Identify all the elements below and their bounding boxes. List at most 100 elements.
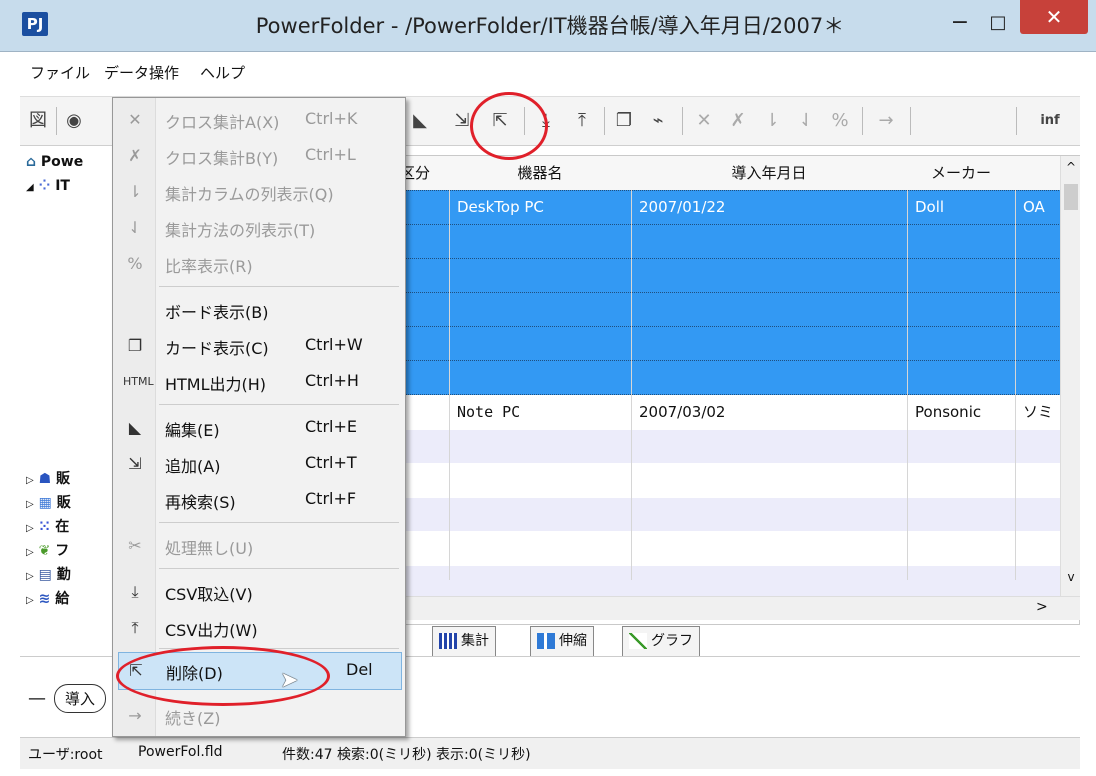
- status-stats: 件数:47 検索:0(ミリ秒) 表示:0(ミリ秒): [282, 747, 531, 763]
- menu-help[interactable]: ヘルプ: [200, 62, 245, 83]
- flow-node-label: 導入: [54, 684, 107, 713]
- table-row[interactable]: [381, 360, 1071, 395]
- menu-item-board-view[interactable]: ボード表示(B): [113, 292, 405, 328]
- menu-item-agg-method[interactable]: ⇃ 集計方法の列表示(T): [113, 210, 405, 246]
- vertical-scrollbar[interactable]: ^ v: [1060, 156, 1080, 596]
- table-row[interactable]: Note PC 2007/03/02 Ponsonic ソミ: [381, 396, 1071, 429]
- table-row[interactable]: [381, 566, 1071, 599]
- window-title: PowerFolder - /PowerFolder/IT機器台帳/導入年月日/…: [255, 14, 845, 38]
- expand-icon: ▷: [26, 475, 34, 486]
- info-button[interactable]: inf: [1030, 107, 1070, 135]
- tab-expand[interactable]: 伸縮: [530, 626, 594, 658]
- tree-item-f[interactable]: ▷ ❦ フ: [26, 540, 69, 560]
- html-icon[interactable]: ⌁: [644, 107, 672, 135]
- table-row[interactable]: [381, 258, 1071, 293]
- continue-icon: →: [128, 706, 142, 725]
- expand-icon: ▷: [26, 595, 34, 606]
- aggregate-icon: [439, 633, 457, 649]
- table-row[interactable]: [381, 430, 1071, 463]
- menu-item-cross-tab-b[interactable]: ✗ クロス集計B(Y) Ctrl+L: [113, 138, 405, 174]
- scroll-right-icon[interactable]: >: [1036, 599, 1048, 615]
- scroll-down-icon[interactable]: v: [1063, 570, 1079, 584]
- continue-icon[interactable]: →: [872, 107, 900, 135]
- horizontal-scrollbar[interactable]: >: [380, 596, 1080, 620]
- close-button[interactable]: ✕: [1020, 0, 1088, 34]
- arrow-icon: —: [28, 688, 46, 709]
- table-row[interactable]: [381, 224, 1071, 259]
- agg-column-icon[interactable]: ⇂: [758, 107, 786, 135]
- expand-icon: ◢: [26, 182, 34, 193]
- annotation-circle: [470, 92, 548, 160]
- menu-item-cross-tab-a[interactable]: ✕ クロス集計A(X) Ctrl+K: [113, 102, 405, 138]
- agg-method-icon[interactable]: ⇃: [792, 107, 820, 135]
- annotation-circle: [116, 646, 330, 706]
- menu-item-card-view[interactable]: ❐ カード表示(C) Ctrl+W: [113, 328, 405, 364]
- no-process-icon: ✂: [128, 536, 142, 555]
- data-ops-menu: ✕ クロス集計A(X) Ctrl+K ✗ クロス集計B(Y) Ctrl+L ⇂ 集計…: [112, 97, 406, 737]
- menu-item-csv-export[interactable]: ⤒ CSV出力(W): [113, 610, 405, 646]
- tree-item-root[interactable]: ⌂ Powe: [26, 154, 83, 170]
- card-icon: ❐: [127, 336, 143, 355]
- status-user: ユーザ:root: [28, 747, 103, 763]
- menu-bar: ファイル データ操作 ヘルプ: [20, 58, 1080, 88]
- cell-maker: Ponsonic: [915, 403, 982, 421]
- menu-item-research[interactable]: 再検索(S) Ctrl+F: [113, 482, 405, 518]
- csv-export-icon[interactable]: ⤒: [568, 107, 596, 135]
- cross-tab-b-icon[interactable]: ✗: [724, 107, 752, 135]
- tab-graph[interactable]: グラフ: [622, 626, 700, 658]
- cell-maker: Doll: [915, 198, 945, 216]
- add-icon: ⇲: [128, 454, 142, 473]
- table-row[interactable]: [381, 532, 1071, 565]
- column-header-device-name[interactable]: 機器名: [449, 156, 632, 191]
- cell-install-date: 2007/01/22: [639, 198, 726, 216]
- menu-item-edit[interactable]: ◣ 編集(E) Ctrl+E: [113, 410, 405, 446]
- sales-icon: ☗: [38, 471, 52, 487]
- table-row[interactable]: DeskTop PC 2007/01/22 Doll OA: [381, 190, 1071, 225]
- expand-icon: ▷: [26, 499, 34, 510]
- expand-icon: ▷: [26, 571, 34, 582]
- minimize-button[interactable]: −: [942, 8, 978, 38]
- tree-item-attendance[interactable]: ▷ ▤ 勤: [26, 564, 71, 584]
- grid-icon: ▦: [38, 495, 52, 511]
- table-row[interactable]: [381, 464, 1071, 497]
- tree-item-sales2[interactable]: ▷ ▦ 販: [26, 492, 71, 512]
- cross-tab-a-icon[interactable]: ✕: [690, 107, 718, 135]
- edit-icon[interactable]: ◣: [406, 107, 434, 135]
- agg-method-icon: ⇃: [128, 218, 142, 237]
- menu-item-html-output[interactable]: HTML HTML出力(H) Ctrl+H: [113, 364, 405, 400]
- html-icon: HTML: [123, 375, 154, 388]
- view-icon[interactable]: 図: [24, 107, 52, 135]
- menu-file[interactable]: ファイル: [30, 62, 90, 83]
- table-row[interactable]: [381, 292, 1071, 327]
- tab-aggregate[interactable]: 集計: [432, 626, 496, 658]
- cell-device-name: DeskTop PC: [457, 198, 544, 216]
- scroll-up-icon[interactable]: ^: [1063, 160, 1079, 174]
- maximize-button[interactable]: □: [980, 8, 1016, 38]
- ratio-icon[interactable]: %: [826, 107, 854, 135]
- cross-tab-a-icon: ✕: [128, 110, 142, 129]
- menu-item-add[interactable]: ⇲ 追加(A) Ctrl+T: [113, 446, 405, 482]
- menu-item-no-process[interactable]: ✂ 処理無し(U): [113, 528, 405, 564]
- menu-item-csv-import[interactable]: ⤓ CSV取込(V): [113, 574, 405, 610]
- table-row[interactable]: [381, 498, 1071, 531]
- scroll-thumb[interactable]: [1064, 184, 1078, 210]
- card-icon[interactable]: ❐: [610, 107, 638, 135]
- column-header-maker[interactable]: メーカー: [907, 156, 1016, 191]
- menu-item-ratio[interactable]: % 比率表示(R): [113, 246, 405, 282]
- menu-data-ops[interactable]: データ操作: [104, 62, 179, 83]
- tree-item-sales1[interactable]: ▷ ☗ 販: [26, 468, 70, 488]
- app-icon: PJ: [22, 12, 48, 36]
- salary-icon: ≋: [38, 591, 51, 607]
- tree-item-stock[interactable]: ▷ ⁙ 在: [26, 516, 69, 536]
- dots-icon: ⁙: [38, 519, 51, 535]
- tree-item-salary[interactable]: ▷ ≋ 給: [26, 588, 69, 608]
- eye-icon[interactable]: ◉: [60, 107, 88, 135]
- table-row[interactable]: [381, 326, 1071, 361]
- tree-item-it[interactable]: ◢ ⁘ IT: [26, 178, 70, 194]
- data-table: 区分 機器名 導入年月日 メーカー DeskTop PC 2007/01/22 …: [380, 155, 1080, 625]
- menu-item-agg-column[interactable]: ⇂ 集計カラムの列表示(Q): [113, 174, 405, 210]
- cell-install-date: 2007/03/02: [639, 403, 726, 421]
- folder-icon: ⁘: [38, 178, 51, 194]
- expand-icon: ▷: [26, 523, 34, 534]
- column-header-install-date[interactable]: 導入年月日: [631, 156, 908, 191]
